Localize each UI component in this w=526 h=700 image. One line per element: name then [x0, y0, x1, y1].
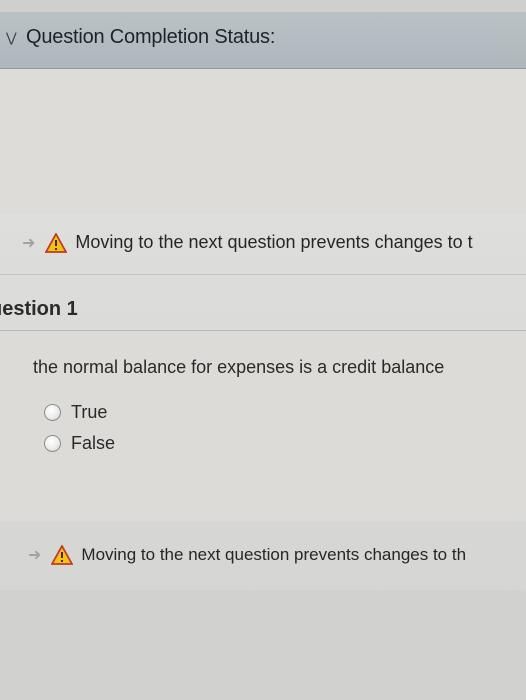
next-question-warning: ➜ Moving to the next question prevents c…	[22, 232, 473, 253]
warning-text: Moving to the next question prevents cha…	[75, 232, 473, 252]
divider	[0, 274, 526, 275]
radio-false[interactable]	[44, 435, 61, 452]
option-label-false: False	[71, 433, 116, 453]
question-completion-status-bar[interactable]: ⋁ Question Completion Status:	[0, 12, 526, 69]
next-question-warning-bottom: ➜ Moving to the next question prevents c…	[28, 545, 466, 565]
warning-icon	[45, 232, 68, 253]
option-false[interactable]: False	[44, 433, 115, 454]
warning-text: Moving to the next question prevents cha…	[81, 545, 467, 564]
warning-icon	[51, 545, 74, 565]
option-true[interactable]: True	[44, 402, 107, 423]
option-label-true: True	[71, 402, 108, 422]
radio-true[interactable]	[44, 404, 61, 421]
top-strip	[0, 0, 526, 12]
status-content-panel	[0, 69, 526, 214]
question-number: uestion 1	[0, 298, 78, 320]
arrow-right-icon: ➜	[28, 547, 42, 564]
arrow-right-icon: ➜	[22, 234, 36, 252]
question-text: the normal balance for expenses is a cre…	[33, 357, 445, 377]
status-title: Question Completion Status:	[26, 26, 276, 48]
chevron-down-icon[interactable]: ⋁	[6, 30, 20, 46]
question-page: ⋁ Question Completion Status: ➜ Moving t…	[0, 0, 526, 700]
question-header: uestion 1	[0, 296, 526, 331]
bottom-panel	[0, 590, 526, 700]
